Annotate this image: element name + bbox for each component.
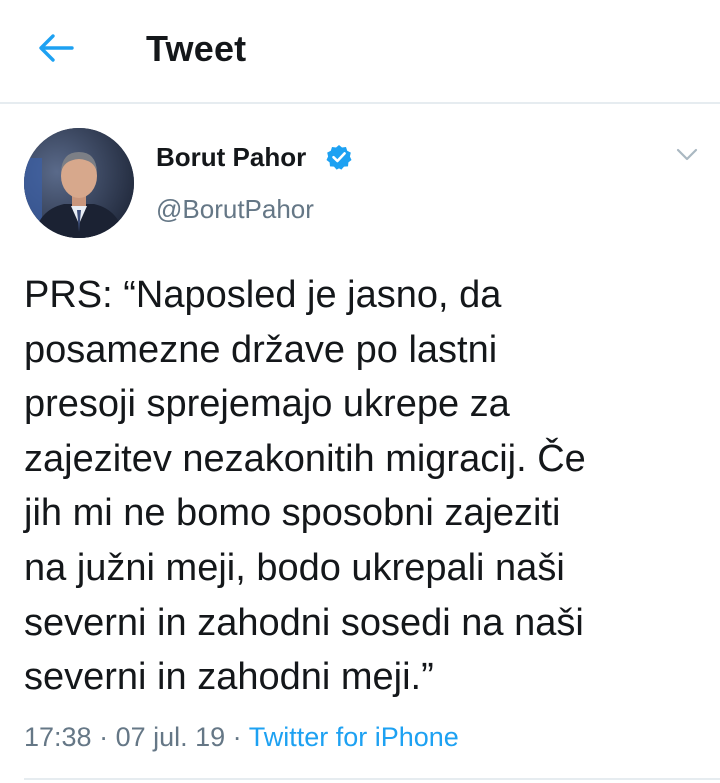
avatar[interactable] xyxy=(24,128,134,238)
tweet-text-line: severni in zahodni sosedi na naši xyxy=(24,601,584,644)
tweet-text-line: presoji sprejemajo ukrepe za xyxy=(24,383,510,426)
avatar-photo xyxy=(24,128,134,238)
page-title: Tweet xyxy=(146,28,247,69)
tweet-text: PRS: “Naposled je jasno, da posamezne dr… xyxy=(24,268,710,705)
tweet-text-line: posamezne države po lastni xyxy=(24,328,498,371)
verified-badge-icon xyxy=(326,144,352,170)
back-button[interactable] xyxy=(30,26,82,74)
app-header: Tweet xyxy=(0,0,720,104)
tweet-text-line: jih mi ne bomo sposobni zajeziti xyxy=(24,492,561,535)
tweet-text-line: na južni meji, bodo ukrepali naši xyxy=(24,546,565,589)
tweet-text-line: severni in zahodni meji.” xyxy=(24,656,434,699)
tweet-date: 07 jul. 19 xyxy=(115,722,226,752)
tweet-meta: 17:38 · 07 jul. 19 · Twitter for iPhone xyxy=(24,722,459,753)
meta-separator: · xyxy=(225,722,249,752)
tweet-source-link[interactable]: Twitter for iPhone xyxy=(249,722,459,752)
tweet-text-line: zajezitev nezakonitih migracij. Če xyxy=(24,437,586,480)
divider xyxy=(24,778,720,780)
tweet-time: 17:38 xyxy=(24,722,92,752)
author-display-name[interactable]: Borut Pahor xyxy=(156,142,306,173)
tweet-text-line: PRS: “Naposled je jasno, da xyxy=(24,274,502,316)
author-handle[interactable]: @BorutPahor xyxy=(156,194,314,225)
back-arrow-icon xyxy=(38,33,74,68)
tweet-more-button[interactable] xyxy=(672,142,702,172)
chevron-down-icon xyxy=(676,148,698,167)
meta-separator: · xyxy=(91,722,116,752)
